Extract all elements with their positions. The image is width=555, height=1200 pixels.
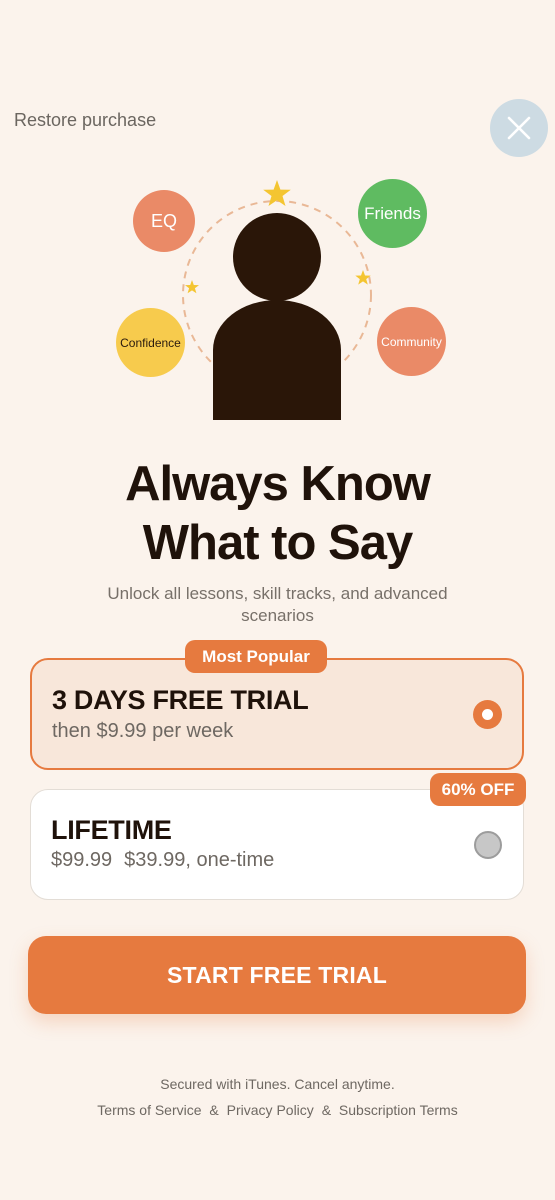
new-price: $39.99, one-time <box>124 849 275 871</box>
old-price: $99.99 <box>51 849 113 871</box>
eq-label: EQ <box>150 210 177 231</box>
person-icon <box>213 213 341 420</box>
confidence-label: Confidence <box>120 335 181 350</box>
terms-of-service-link[interactable]: Terms of Service <box>97 1102 201 1118</box>
plan-title: LIFETIME <box>51 815 172 845</box>
plan-radio-selected[interactable] <box>473 700 502 729</box>
star-icon-left <box>185 280 199 294</box>
plan-radio-unselected[interactable] <box>474 831 502 859</box>
title-line-2: What to Say <box>142 516 413 570</box>
separator: & <box>209 1102 219 1118</box>
title-line-1: Always Know <box>125 457 431 511</box>
community-label: Community <box>381 334 442 349</box>
radio-dot <box>482 709 493 720</box>
friends-bubble: Friends <box>358 179 427 248</box>
footer-secure-note: Secured with iTunes. Cancel anytime. <box>160 1076 395 1092</box>
most-popular-badge: Most Popular <box>185 640 327 673</box>
plan-subtitle: then $9.99 per week <box>52 720 234 742</box>
eq-bubble: EQ <box>133 190 195 252</box>
discount-badge: 60% OFF <box>430 773 526 806</box>
close-button[interactable] <box>490 99 548 157</box>
privacy-policy-link[interactable]: Privacy Policy <box>227 1102 314 1118</box>
confidence-bubble: Confidence <box>116 308 185 377</box>
hero-illustration: EQ Friends Confidence Community <box>0 170 555 430</box>
plan-title: 3 DAYS FREE TRIAL <box>52 685 309 715</box>
plan-option-trial[interactable]: 3 DAYS FREE TRIAL then $9.99 per week <box>30 658 524 770</box>
restore-purchase-link[interactable]: Restore purchase <box>14 110 156 131</box>
separator: & <box>321 1102 332 1118</box>
community-bubble: Community <box>377 307 446 376</box>
friends-label: Friends <box>364 203 421 223</box>
plan-price: $99.99 $39.99, one-time <box>51 849 274 872</box>
page-subtitle: Unlock all lessons, skill tracks, and ad… <box>107 584 448 625</box>
start-free-trial-button[interactable]: START FREE TRIAL <box>28 936 526 1014</box>
footer-links: Terms of Service & Privacy Policy & Subs… <box>0 1102 555 1118</box>
hero-graphics <box>182 180 372 420</box>
page-title: Always Know What to Say <box>0 455 555 573</box>
star-icon-right <box>355 270 371 285</box>
subscription-terms-link[interactable]: Subscription Terms <box>339 1102 458 1118</box>
close-icon <box>507 116 531 140</box>
